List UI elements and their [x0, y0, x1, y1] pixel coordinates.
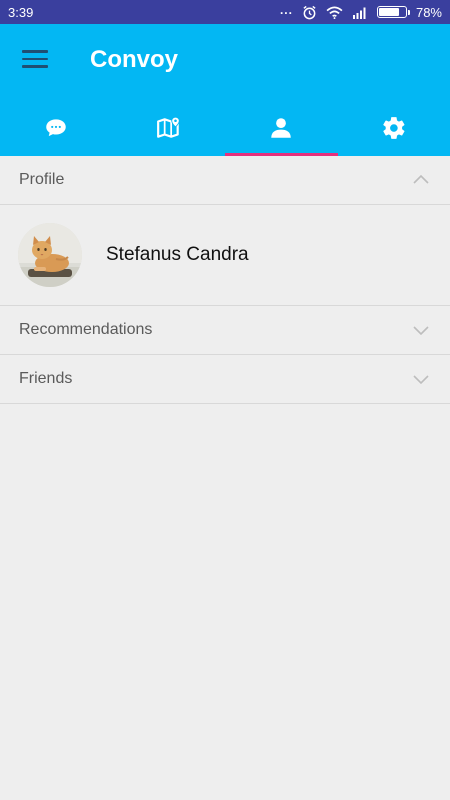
- chevron-down-icon: [413, 326, 429, 336]
- alarm-icon: [303, 5, 316, 19]
- avatar: [18, 223, 82, 287]
- profile-name: Stefanus Candra: [106, 244, 249, 265]
- chat-bubble-icon: [46, 119, 66, 137]
- more-dots-icon: ...: [279, 3, 293, 17]
- gear-icon: [383, 117, 405, 139]
- chevron-down-icon: [413, 375, 429, 385]
- section-label-profile: Profile: [19, 171, 65, 188]
- status-time: 3:39: [8, 4, 34, 20]
- section-header-recommendations[interactable]: Recommendations: [0, 306, 450, 355]
- section-header-friends[interactable]: Friends: [0, 355, 450, 404]
- battery-icon: [376, 6, 410, 18]
- app-title: Convoy: [90, 46, 179, 73]
- section-label-recommendations: Recommendations: [19, 321, 153, 338]
- signal-icon: [352, 7, 366, 19]
- tab-profile[interactable]: [225, 100, 338, 156]
- profile-card[interactable]: Stefanus Candra: [0, 205, 450, 306]
- status-bar: 3:39 ... 78%: [0, 0, 450, 24]
- tab-bar: [0, 100, 450, 156]
- hamburger-menu-icon[interactable]: [22, 50, 48, 70]
- tab-settings[interactable]: [338, 100, 450, 156]
- content-area: Profile Stefanus Candra Recommendations …: [0, 156, 450, 404]
- tab-map[interactable]: [113, 100, 226, 156]
- map-icon: [156, 116, 180, 138]
- person-icon: [271, 118, 291, 138]
- tab-chat[interactable]: [0, 100, 113, 156]
- section-label-friends: Friends: [19, 370, 73, 387]
- chevron-up-icon: [413, 174, 429, 184]
- battery-percent: 78%: [415, 4, 442, 20]
- wifi-icon: [326, 6, 343, 19]
- cat-photo-avatar: [18, 223, 82, 287]
- app-bar: Convoy: [0, 24, 450, 156]
- status-icons: ... 78%: [279, 3, 442, 20]
- section-header-profile[interactable]: Profile: [0, 156, 450, 205]
